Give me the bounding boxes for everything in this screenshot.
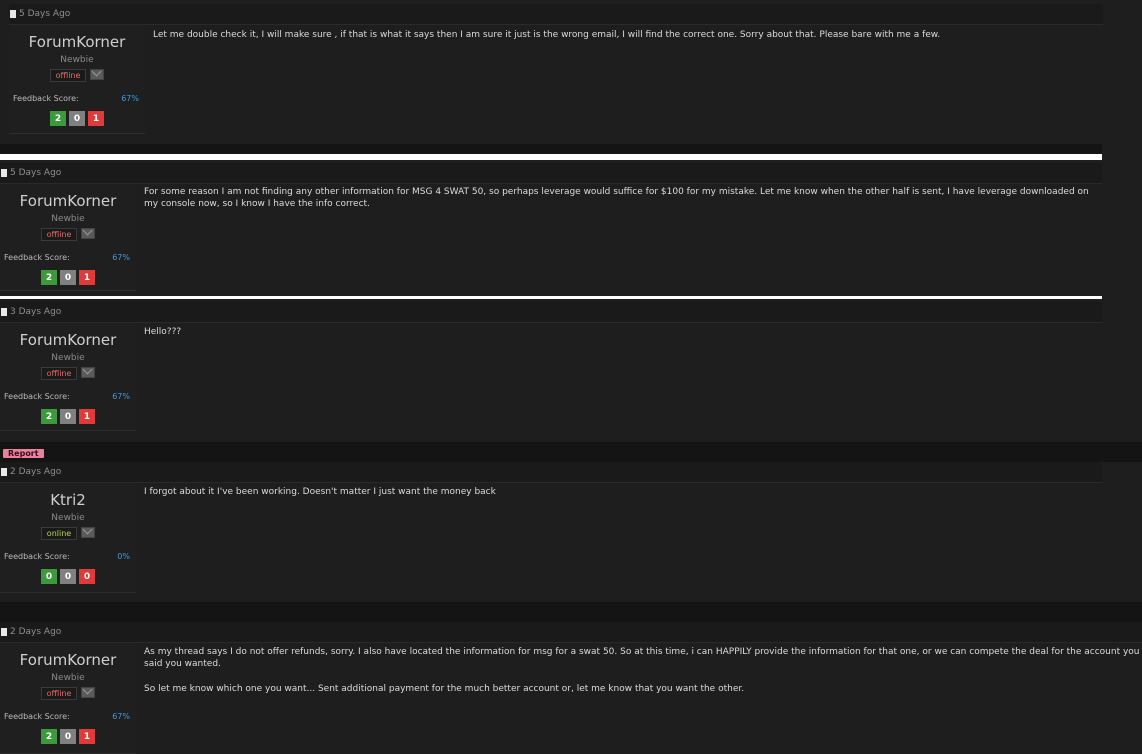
document-icon [1,169,7,177]
feedback-label: Feedback Score: [13,94,79,103]
post-footer [0,602,1142,622]
post-header: 5 Days Ago [0,163,1102,184]
user-rank: Newbie [51,353,85,363]
separator [0,154,1102,160]
status-badge: offline [49,69,87,82]
feedback-percent: 67% [112,712,130,721]
message-paragraph: So let me know which one you want... Sen… [144,684,745,694]
post-time: 5 Days Ago [19,9,71,19]
post-3: 3 Days Ago ForumKorner Newbie offline Fe… [0,302,1142,442]
username[interactable]: ForumKorner [0,192,136,210]
post-1: 5 Days Ago ForumKorner Newbie offline Fe… [9,4,1103,144]
username[interactable]: ForumKorner [9,33,145,51]
positive-feedback-count[interactable]: 2 [41,270,57,285]
status-badge: online [40,527,78,540]
negative-feedback-count[interactable]: 1 [88,111,104,126]
post-time: 2 Days Ago [10,627,62,637]
post-header: 3 Days Ago [0,302,1102,323]
post-message: As my thread says I do not offer refunds… [144,646,1140,708]
user-rank: Newbie [60,55,94,65]
user-rank: Newbie [51,513,85,523]
feedback-percent: 67% [121,94,139,103]
feedback-percent: 67% [112,253,130,262]
username[interactable]: Ktri2 [0,491,136,509]
feedback-label: Feedback Score: [4,552,70,561]
mail-icon[interactable] [90,69,105,80]
user-info: ForumKorner Newbie offline Feedback Scor… [0,184,136,291]
neutral-feedback-count[interactable]: 0 [60,569,76,584]
mail-icon[interactable] [81,367,96,378]
post-2: 5 Days Ago ForumKorner Newbie offline Fe… [0,163,1102,296]
status-badge: offline [40,228,78,241]
status-badge: offline [40,687,78,700]
post-message: For some reason I am not finding any oth… [144,186,1096,223]
post-4: 2 Days Ago Ktri2 Newbie online Feedback … [0,462,1142,602]
user-info: Ktri2 Newbie online Feedback Score: 0% 0… [0,483,136,593]
negative-feedback-count[interactable]: 0 [79,569,95,584]
username[interactable]: ForumKorner [0,651,136,669]
feedback-percent: 67% [112,392,130,401]
separator [0,296,1102,299]
user-rank: Newbie [51,214,85,224]
user-info: ForumKorner Newbie offline Feedback Scor… [0,643,136,754]
feedback-label: Feedback Score: [4,253,70,262]
positive-feedback-count[interactable]: 0 [41,569,57,584]
message-paragraph: Let me double check it, I will make sure… [153,30,941,40]
document-icon [1,628,7,636]
document-icon [1,308,7,316]
positive-feedback-count[interactable]: 2 [41,729,57,744]
post-time: 5 Days Ago [10,168,62,178]
negative-feedback-count[interactable]: 1 [79,409,95,424]
post-message: Hello??? [144,326,1094,351]
document-icon [1,468,7,476]
message-paragraph: For some reason I am not finding any oth… [144,187,1089,209]
positive-feedback-count[interactable]: 2 [41,409,57,424]
post-message: I forgot about it I've been working. Doe… [144,486,1094,511]
neutral-feedback-count[interactable]: 0 [69,111,85,126]
post-footer [0,442,1142,462]
neutral-feedback-count[interactable]: 0 [60,409,76,424]
positive-feedback-count[interactable]: 2 [50,111,66,126]
post-header: 2 Days Ago [0,622,1142,643]
document-icon [10,10,16,18]
user-rank: Newbie [51,673,85,683]
mail-icon[interactable] [81,687,96,698]
post-5: 2 Days Ago ForumKorner Newbie offline Fe… [0,622,1142,754]
mail-icon[interactable] [81,527,96,538]
feedback-label: Feedback Score: [4,712,70,721]
negative-feedback-count[interactable]: 1 [79,270,95,285]
user-info: ForumKorner Newbie offline Feedback Scor… [9,25,145,134]
post-message: Let me double check it, I will make sure… [153,29,1093,54]
report-button[interactable]: Report [3,449,44,458]
message-paragraph: As my thread says I do not offer refunds… [144,647,1140,669]
status-badge: offline [40,367,78,380]
negative-feedback-count[interactable]: 1 [79,729,95,744]
post-footer [0,144,1102,154]
post-header: 5 Days Ago [9,4,1103,25]
post-time: 3 Days Ago [10,307,62,317]
post-header: 2 Days Ago [0,462,1102,483]
mail-icon[interactable] [81,228,96,239]
user-info: ForumKorner Newbie offline Feedback Scor… [0,323,136,431]
username[interactable]: ForumKorner [0,331,136,349]
post-time: 2 Days Ago [10,467,62,477]
neutral-feedback-count[interactable]: 0 [60,729,76,744]
feedback-label: Feedback Score: [4,392,70,401]
feedback-percent: 0% [117,552,130,561]
neutral-feedback-count[interactable]: 0 [60,270,76,285]
message-paragraph: I forgot about it I've been working. Doe… [144,487,496,497]
message-paragraph: Hello??? [144,327,182,337]
